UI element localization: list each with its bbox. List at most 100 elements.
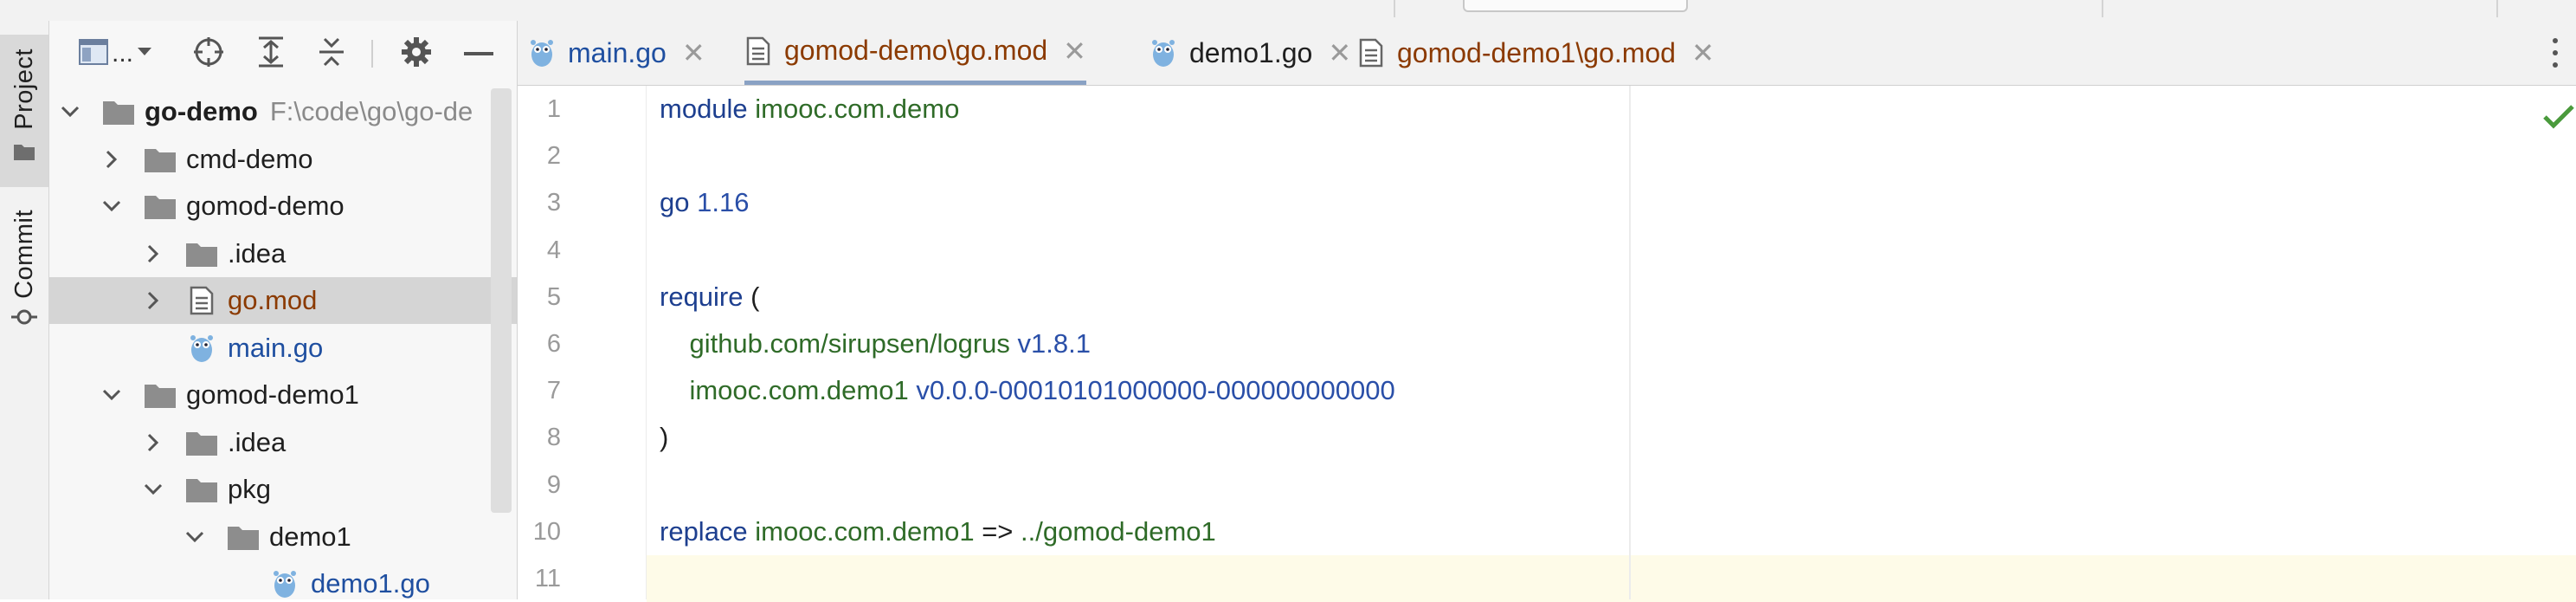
line-number-gutter: 1 2 3 4 5 6 7 8 9 10 11: [518, 86, 647, 599]
line-number: 3: [546, 189, 561, 217]
gear-icon: [401, 36, 432, 72]
editor-tab[interactable]: demo1.go ✕: [1150, 21, 1351, 85]
chevron-right-icon[interactable]: [101, 149, 122, 170]
close-icon[interactable]: ✕: [1328, 36, 1351, 69]
commit-tool-label: Commit: [10, 210, 38, 299]
toolbar-divider: [371, 40, 373, 68]
tree-item[interactable]: go-demo F:\code\go\go-de: [49, 88, 517, 135]
close-icon[interactable]: ✕: [1691, 36, 1715, 69]
code-line: imooc.com.demo1 v0.0.0-00010101000000-00…: [660, 367, 1395, 414]
tree-item-path: F:\code\go\go-de: [269, 96, 473, 126]
code-token: =>: [982, 515, 1021, 547]
check-icon: [2541, 100, 2576, 134]
locate-file-button[interactable]: [191, 36, 226, 71]
tree-item[interactable]: gomod-demo: [49, 183, 517, 230]
chevron-right-icon[interactable]: [143, 290, 164, 311]
code-token: ../gomod-demo1: [1021, 515, 1216, 547]
tool-window-strip: Project Commit: [0, 21, 49, 599]
go-file-icon: [184, 331, 219, 366]
code-token: v0.0.0-00010101000000-000000000000: [916, 375, 1395, 406]
line-number: 7: [546, 377, 561, 405]
minimize-icon: [464, 46, 493, 61]
folder-icon: [143, 189, 177, 223]
chevron-down-icon[interactable]: [101, 196, 122, 217]
view-select-dropdown[interactable]: ...: [79, 36, 157, 71]
toolbar-input-box[interactable]: [1463, 0, 1688, 12]
code-token: imooc.com.demo1: [755, 515, 982, 547]
editor-tab[interactable]: gomod-demo1\go.mod ✕: [1357, 21, 1715, 85]
toolbar-divider: [2496, 0, 2498, 17]
code-token: v1.8.1: [1017, 328, 1091, 359]
tree-item-label: main.go: [228, 332, 324, 363]
right-margin-guide: [1629, 86, 1631, 599]
code-line: github.com/sirupsen/logrus v1.8.1: [660, 320, 1091, 367]
toolbar-divider: [2102, 0, 2103, 17]
chevron-right-icon[interactable]: [143, 243, 164, 264]
editor-tab[interactable]: main.go ✕: [528, 21, 705, 85]
hide-panel-button[interactable]: [461, 36, 496, 71]
tree-item-label: go-demo: [145, 96, 258, 126]
view-select-label: ...: [112, 39, 134, 68]
mod-file-icon: [1357, 38, 1385, 68]
tree-item[interactable]: .idea: [49, 419, 517, 466]
line-number: 9: [546, 470, 561, 499]
tree-item-label: pkg: [228, 474, 271, 504]
project-panel: ... go-demo F:\code\go\go-de cmd-demo go…: [49, 21, 518, 599]
line-number: 6: [546, 330, 561, 358]
commit-tool-button[interactable]: Commit: [0, 210, 48, 366]
tree-item[interactable]: pkg: [49, 466, 517, 513]
chevron-down-icon[interactable]: [143, 479, 164, 500]
tree-item[interactable]: main.go: [49, 325, 517, 372]
go-file-icon: [528, 39, 556, 67]
line-number: 1: [546, 95, 561, 123]
close-icon[interactable]: ✕: [682, 36, 705, 69]
close-icon[interactable]: ✕: [1063, 35, 1086, 68]
code-token: module: [660, 94, 756, 124]
chevron-right-icon[interactable]: [143, 432, 164, 453]
expand-all-icon: [255, 36, 287, 73]
chevron-down-icon[interactable]: [184, 527, 205, 547]
panel-view-icon: [79, 38, 108, 69]
code-token: github.com/sirupsen/logrus: [660, 328, 1018, 359]
code-editor[interactable]: 1 2 3 4 5 6 7 8 9 10 11 module imooc.com.demo go 1.…: [518, 86, 2576, 602]
editor-tab[interactable]: gomod-demo\go.mod ✕: [744, 21, 1086, 85]
chevron-down-icon[interactable]: [60, 101, 80, 122]
mod-file-icon: [744, 36, 772, 65]
code-token: imooc.com.demo1: [660, 375, 917, 406]
tree-item-label: .idea: [228, 237, 287, 269]
folder-icon: [184, 425, 219, 460]
project-tool-button[interactable]: Project: [0, 35, 48, 187]
tree-item[interactable]: go.mod: [49, 277, 517, 324]
code-line: ): [660, 414, 668, 461]
line-number: 2: [546, 142, 561, 171]
tree-item[interactable]: .idea: [49, 230, 517, 277]
tree-item[interactable]: cmd-demo: [49, 136, 517, 183]
code-token: imooc.com.demo: [755, 94, 960, 124]
settings-button[interactable]: [399, 36, 434, 71]
dot-icon: [2553, 38, 2558, 43]
code-token: (: [750, 281, 760, 312]
folder-icon: [13, 142, 35, 165]
line-number: 10: [532, 517, 561, 546]
folder-icon: [184, 472, 219, 507]
collapse-all-icon: [316, 36, 347, 73]
code-line: module imooc.com.demo: [660, 86, 959, 133]
tree-item-label: go.mod: [228, 285, 318, 315]
toolbar-divider: [1394, 0, 1395, 17]
project-tool-label: Project: [10, 49, 38, 130]
chevron-down-icon[interactable]: [101, 385, 122, 405]
tree-item[interactable]: demo1: [49, 514, 517, 560]
code-token: require: [660, 281, 751, 312]
code-token: go: [660, 187, 698, 218]
expand-all-button[interactable]: [254, 36, 288, 71]
code-line: require (: [660, 274, 759, 320]
tab-label: main.go: [568, 36, 667, 68]
project-panel-toolbar: ...: [49, 21, 517, 85]
panel-scrollbar[interactable]: [491, 88, 512, 513]
dot-icon: [2553, 50, 2558, 55]
code-token: 1.16: [697, 187, 750, 218]
more-tabs-button[interactable]: [2550, 38, 2560, 68]
tree-item[interactable]: demo1.go: [49, 560, 517, 599]
collapse-all-button[interactable]: [314, 36, 349, 71]
tree-item[interactable]: gomod-demo1: [49, 372, 517, 418]
